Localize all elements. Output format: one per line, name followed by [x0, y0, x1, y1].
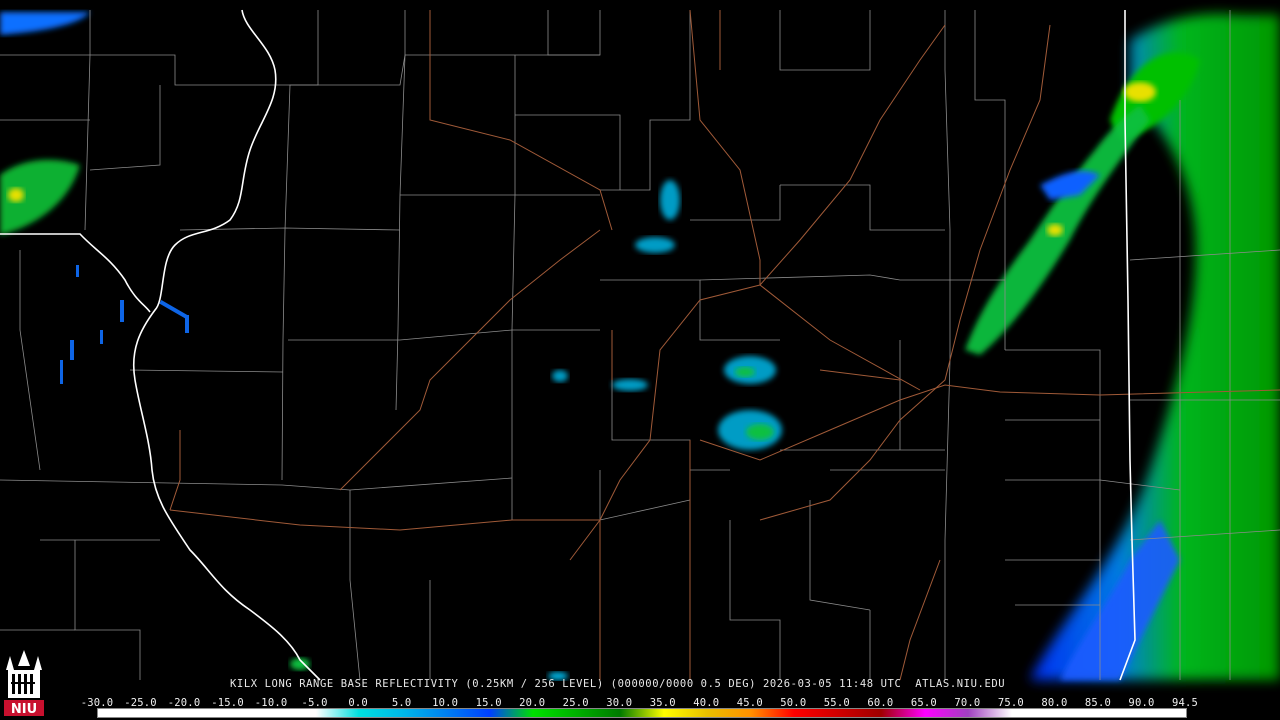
scale-color-segment	[489, 709, 534, 717]
scale-color-segment	[446, 709, 490, 717]
scale-color-segment	[881, 709, 925, 717]
scale-color-segment	[359, 709, 403, 717]
scale-color-segment	[98, 709, 142, 717]
scale-color-segment	[750, 709, 795, 717]
scale-color-segment	[1142, 709, 1186, 717]
scale-color-segment	[1098, 709, 1143, 717]
scale-color-segment	[402, 709, 447, 717]
state-borders	[0, 9, 1136, 681]
radar-map	[0, 9, 1280, 681]
scale-color-segment	[533, 709, 577, 717]
niu-logo: NIU	[2, 646, 46, 718]
product-caption: KILX LONG RANGE BASE REFLECTIVITY (0.25K…	[230, 678, 1006, 690]
county-borders	[0, 10, 1280, 681]
scale-color-segment	[707, 709, 751, 717]
scale-color-segment	[185, 709, 229, 717]
reflectivity-color-scale	[97, 708, 1187, 718]
scale-color-segment	[141, 709, 186, 717]
scale-color-segment	[968, 709, 1012, 717]
scale-color-segment	[272, 709, 316, 717]
scale-tick-labels: -30.0 -25.0 -20.0 -15.0 -10.0 -5.0 0.0 5.0 10.0 1…	[81, 697, 1198, 709]
scale-color-segment	[228, 709, 273, 717]
scale-color-segment	[924, 709, 969, 717]
scale-color-segment	[576, 709, 621, 717]
scale-color-segment	[663, 709, 708, 717]
scale-color-segment	[837, 709, 882, 717]
scale-color-segment	[794, 709, 838, 717]
scale-color-segment	[315, 709, 360, 717]
logo-text: NIU	[11, 702, 37, 717]
scale-color-segment	[620, 709, 664, 717]
scale-color-segment	[1011, 709, 1056, 717]
precipitation-echoes	[0, 12, 1280, 680]
scale-color-segment	[1055, 709, 1099, 717]
